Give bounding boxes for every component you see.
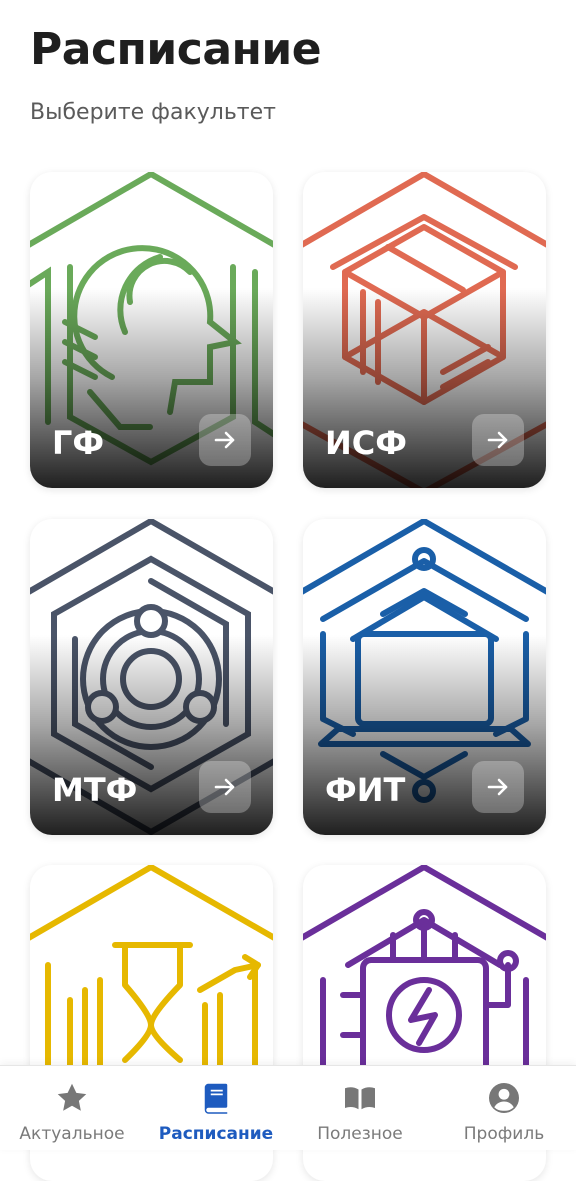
nav-item-profile[interactable]: Профиль (432, 1066, 576, 1150)
faculty-card-fit[interactable]: ФИТ (303, 519, 546, 835)
arrow-right-icon[interactable] (472, 761, 524, 813)
nav-label: Актуальное (19, 1124, 125, 1144)
faculty-card-isf[interactable]: ИСФ (303, 172, 546, 488)
user-icon (486, 1080, 522, 1116)
nav-item-current[interactable]: Актуальное (0, 1066, 144, 1150)
arrow-right-icon[interactable] (199, 761, 251, 813)
page-subtitle: Выберите факультет (30, 100, 276, 125)
faculty-card-gf[interactable]: ГФ (30, 172, 273, 488)
nav-label: Профиль (463, 1124, 545, 1144)
bottom-nav: Актуальное Расписание Полезное Профиль (0, 1065, 576, 1150)
faculty-label: ГФ (52, 424, 105, 462)
faculty-label: ИСФ (325, 424, 407, 462)
page-title: Расписание (30, 24, 322, 75)
book-icon (198, 1080, 234, 1116)
nav-label: Полезное (317, 1124, 403, 1144)
faculty-label: МТФ (52, 771, 138, 809)
open-book-icon (342, 1080, 378, 1116)
nav-label: Расписание (158, 1124, 274, 1144)
faculty-label: ФИТ (325, 771, 406, 809)
nav-item-schedule[interactable]: Расписание (144, 1066, 288, 1150)
nav-item-useful[interactable]: Полезное (288, 1066, 432, 1150)
arrow-right-icon[interactable] (472, 414, 524, 466)
faculty-card-mtf[interactable]: МТФ (30, 519, 273, 835)
arrow-right-icon[interactable] (199, 414, 251, 466)
star-icon (54, 1080, 90, 1116)
